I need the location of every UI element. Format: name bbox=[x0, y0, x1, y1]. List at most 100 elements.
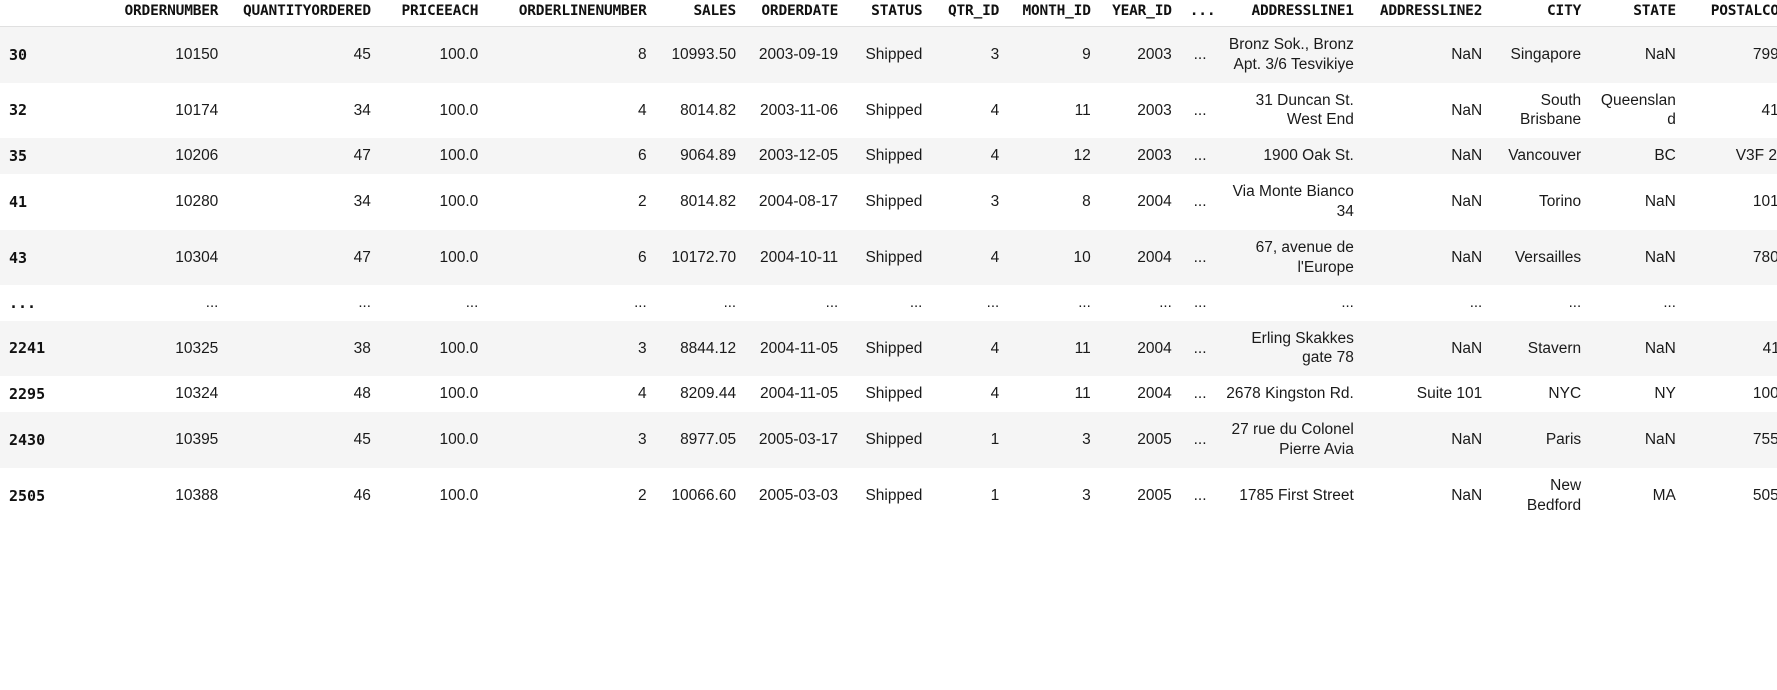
cell-state: Queensland bbox=[1590, 82, 1685, 139]
column-header-priceeach: PRICEEACH bbox=[379, 0, 488, 27]
cell-year-id: 2004 bbox=[1099, 174, 1181, 230]
cell-city: Paris bbox=[1491, 412, 1591, 468]
cell-quantityordered: 45 bbox=[227, 26, 380, 83]
cell-status: Shipped bbox=[847, 26, 932, 83]
header-row: ORDERNUMBER QUANTITYORDERED PRICEEACH OR… bbox=[0, 0, 1777, 27]
cell-truncation-ellipsis: ... bbox=[1180, 174, 1216, 230]
cell-orderlinenumber: 4 bbox=[487, 82, 656, 139]
cell-ordernumber: 10304 bbox=[61, 229, 228, 286]
cell-year-id: 2003 bbox=[1099, 138, 1181, 175]
cell-truncation-ellipsis: ... bbox=[1180, 412, 1216, 468]
cell-qtr-id: 4 bbox=[931, 138, 1009, 175]
column-header-year-id: YEAR_ID bbox=[1099, 0, 1181, 27]
cell-year-id: 2005 bbox=[1099, 412, 1181, 468]
cell-quantityordered: 45 bbox=[227, 412, 380, 468]
cell-orderdate: 2004-11-05 bbox=[745, 376, 848, 413]
cell-orderlinenumber: 6 bbox=[487, 138, 656, 175]
cell-month-id: 10 bbox=[1008, 229, 1100, 286]
cell-state: NaN bbox=[1590, 320, 1685, 377]
cell-orderdate: 2004-08-17 bbox=[745, 174, 848, 230]
cell-qtr-id: 4 bbox=[931, 229, 1009, 286]
cell-truncation-ellipsis: ... bbox=[1180, 229, 1216, 286]
cell-addressline1: Erling Skakkes gate 78 bbox=[1215, 320, 1363, 377]
cell-city: New Bedford bbox=[1491, 467, 1591, 524]
cell-orderdate: 2004-11-05 bbox=[745, 320, 848, 377]
cell-status: Shipped bbox=[847, 467, 932, 524]
row-index-label: 2295 bbox=[0, 376, 62, 413]
cell-status: Shipped bbox=[847, 138, 932, 175]
cell-ordernumber: 10388 bbox=[61, 467, 228, 524]
column-header-qtr-id: QTR_ID bbox=[931, 0, 1009, 27]
cell-quantityordered: ... bbox=[227, 285, 380, 321]
cell-addressline2: NaN bbox=[1362, 229, 1492, 286]
table-row: 32 10174 34 100.0 4 8014.82 2003-11-06 Shipped 4… bbox=[0, 82, 1777, 139]
cell-truncation-ellipsis: ... bbox=[1180, 467, 1216, 524]
column-header-addressline2: ADDRESSLINE2 bbox=[1362, 0, 1492, 27]
cell-postalcode: 10022 bbox=[1684, 376, 1777, 413]
cell-priceeach: 100.0 bbox=[379, 412, 488, 468]
cell-month-id: 12 bbox=[1008, 138, 1100, 175]
cell-quantityordered: 48 bbox=[227, 376, 380, 413]
table-row: 41 10280 34 100.0 2 8014.82 2004-08-17 Shipped 3… bbox=[0, 174, 1777, 230]
cell-year-id: 2004 bbox=[1099, 320, 1181, 377]
cell-priceeach: 100.0 bbox=[379, 174, 488, 230]
cell-quantityordered: 34 bbox=[227, 82, 380, 139]
table-row: 2505 10388 46 100.0 2 10066.60 2005-03-03 Shipp… bbox=[0, 467, 1777, 524]
cell-addressline1: 67, avenue de l'Europe bbox=[1215, 229, 1363, 286]
cell-postalcode: 10100 bbox=[1684, 174, 1777, 230]
cell-sales: 10066.60 bbox=[655, 467, 746, 524]
cell-qtr-id: 4 bbox=[931, 376, 1009, 413]
cell-postalcode: 4110 bbox=[1684, 320, 1777, 377]
cell-qtr-id: 1 bbox=[931, 412, 1009, 468]
cell-status: ... bbox=[847, 285, 932, 321]
column-header-quantityordered: QUANTITYORDERED bbox=[227, 0, 380, 27]
table-row: 35 10206 47 100.0 6 9064.89 2003-12-05 Shipped 4… bbox=[0, 138, 1777, 175]
row-index-label: 30 bbox=[0, 26, 62, 83]
table-row: 30 10150 45 100.0 8 10993.50 2003-09-19 Shipped… bbox=[0, 26, 1777, 83]
cell-qtr-id: 3 bbox=[931, 26, 1009, 83]
cell-addressline2: NaN bbox=[1362, 82, 1492, 139]
cell-year-id: ... bbox=[1099, 285, 1181, 321]
cell-orderlinenumber: 4 bbox=[487, 376, 656, 413]
cell-ordernumber: 10174 bbox=[61, 82, 228, 139]
column-header-orderdate: ORDERDATE bbox=[745, 0, 848, 27]
cell-addressline2: NaN bbox=[1362, 174, 1492, 230]
column-header-sales: SALES bbox=[655, 0, 746, 27]
cell-priceeach: 100.0 bbox=[379, 82, 488, 139]
table-row: 2295 10324 48 100.0 4 8209.44 2004-11-05 Shippe… bbox=[0, 376, 1777, 413]
cell-orderlinenumber: 8 bbox=[487, 26, 656, 83]
cell-truncation-ellipsis: ... bbox=[1180, 285, 1216, 321]
cell-city: ... bbox=[1491, 285, 1591, 321]
cell-addressline2: NaN bbox=[1362, 412, 1492, 468]
table-row-ellipsis: ........................................… bbox=[0, 285, 1777, 321]
cell-year-id: 2003 bbox=[1099, 26, 1181, 83]
row-index-label: ... bbox=[0, 285, 62, 321]
cell-state: NaN bbox=[1590, 174, 1685, 230]
cell-orderdate: 2003-11-06 bbox=[745, 82, 848, 139]
cell-state: NaN bbox=[1590, 229, 1685, 286]
cell-orderdate: 2005-03-17 bbox=[745, 412, 848, 468]
cell-ordernumber: 10206 bbox=[61, 138, 228, 175]
column-header-addressline1: ADDRESSLINE1 bbox=[1215, 0, 1363, 27]
cell-addressline2: NaN bbox=[1362, 467, 1492, 524]
cell-priceeach: 100.0 bbox=[379, 229, 488, 286]
cell-month-id: 11 bbox=[1008, 376, 1100, 413]
cell-status: Shipped bbox=[847, 229, 932, 286]
row-index-label: 35 bbox=[0, 138, 62, 175]
dataframe-table: ORDERNUMBER QUANTITYORDERED PRICEEACH OR… bbox=[0, 0, 1777, 524]
cell-priceeach: ... bbox=[379, 285, 488, 321]
cell-sales: 9064.89 bbox=[655, 138, 746, 175]
cell-addressline1: Bronz Sok., Bronz Apt. 3/6 Tesvikiye bbox=[1215, 26, 1363, 83]
cell-postalcode: ... bbox=[1684, 285, 1777, 321]
cell-postalcode: 75508 bbox=[1684, 412, 1777, 468]
row-index-label: 2241 bbox=[0, 320, 62, 377]
table-row: 2430 10395 45 100.0 3 8977.05 2005-03-17 Shippe… bbox=[0, 412, 1777, 468]
cell-addressline1: 31 Duncan St. West End bbox=[1215, 82, 1363, 139]
cell-postalcode: 50553 bbox=[1684, 467, 1777, 524]
cell-status: Shipped bbox=[847, 320, 932, 377]
table-row: 2241 10325 38 100.0 3 8844.12 2004-11-05 Shippe… bbox=[0, 320, 1777, 377]
row-index-label: 41 bbox=[0, 174, 62, 230]
cell-city: Stavern bbox=[1491, 320, 1591, 377]
cell-orderlinenumber: 2 bbox=[487, 174, 656, 230]
cell-truncation-ellipsis: ... bbox=[1180, 320, 1216, 377]
